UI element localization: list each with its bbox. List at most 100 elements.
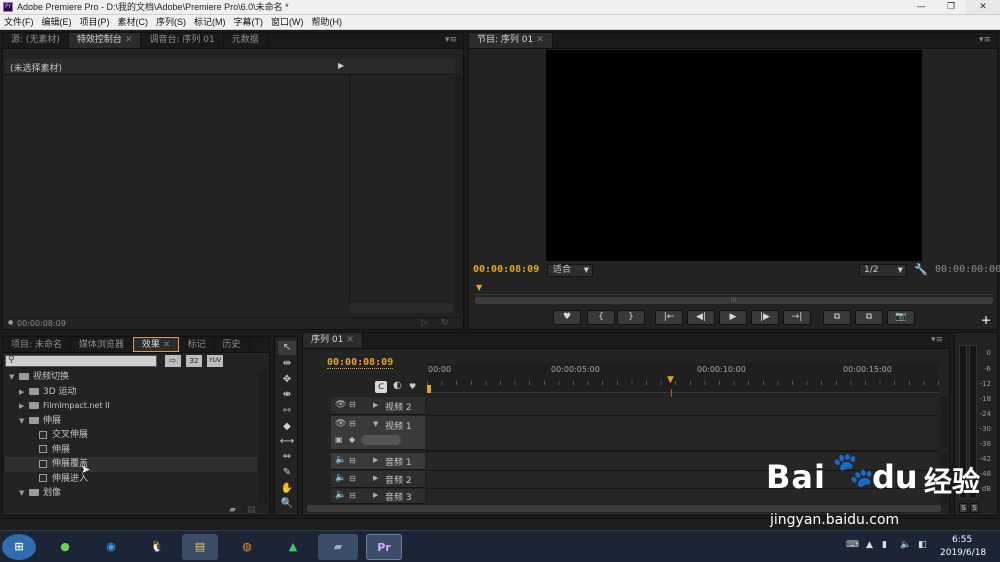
- tab-program[interactable]: 节目: 序列 01 ✕: [469, 33, 553, 48]
- tab-project[interactable]: 项目: 未命名: [3, 338, 71, 352]
- razor-tool-icon[interactable]: ◆: [278, 420, 296, 434]
- collapsed-arrow-icon[interactable]: ▶: [19, 399, 29, 413]
- mark-in-button[interactable]: {: [587, 310, 615, 325]
- effects-vertical-scrollbar[interactable]: [259, 370, 267, 503]
- start-button[interactable]: ⊞: [2, 534, 36, 560]
- close-tab-icon[interactable]: ✕: [163, 340, 171, 350]
- play-only-audio-icon[interactable]: ▷: [421, 318, 428, 328]
- menu-window[interactable]: 窗口(W): [267, 15, 308, 30]
- taskbar-app-premiere-icon[interactable]: Pr: [366, 534, 402, 560]
- mark-out-button[interactable]: }: [617, 310, 645, 325]
- tab-metadata[interactable]: 元数据: [224, 33, 268, 48]
- tab-audio-mixer[interactable]: 调音台: 序列 01: [141, 33, 224, 48]
- speaker-icon[interactable]: 🔈: [335, 455, 346, 465]
- set-encore-marker-icon[interactable]: ◐: [393, 380, 402, 391]
- track-header-video-2[interactable]: 👁 ⊟ ▶ 视频 2: [331, 397, 425, 415]
- tray-keyboard-icon[interactable]: ⌨: [846, 540, 859, 550]
- tab-effects[interactable]: 效果 ✕: [132, 337, 180, 352]
- tray-arrow-icon[interactable]: ▲: [866, 540, 873, 550]
- tree-folder-3d-motion[interactable]: ▶ 3D 运动: [5, 385, 257, 400]
- panel-menu-icon[interactable]: ▾≡: [445, 35, 457, 45]
- lock-toggle-icon[interactable]: ⊟: [349, 456, 356, 465]
- lock-toggle-icon[interactable]: ⊟: [349, 400, 356, 409]
- track-header-audio-1[interactable]: 🔈 ⊟ ▶ 音频 1: [331, 453, 425, 470]
- add-marker-button[interactable]: ♥: [553, 310, 581, 325]
- program-time-ruler[interactable]: ▼: [475, 283, 993, 295]
- speaker-icon[interactable]: 🔈: [335, 473, 346, 483]
- menu-project[interactable]: 项目(P): [76, 15, 114, 30]
- yuv-effects-button[interactable]: YUV: [207, 355, 223, 367]
- zoom-fit-select[interactable]: 适合 ▼: [547, 264, 593, 277]
- go-to-out-button[interactable]: →|: [783, 310, 811, 325]
- tab-sequence-01[interactable]: 序列 01 ✕: [303, 333, 363, 348]
- expanded-arrow-icon[interactable]: ▼: [9, 370, 19, 384]
- expanded-arrow-icon[interactable]: ▼: [19, 414, 29, 428]
- close-button[interactable]: ✕: [966, 0, 1000, 14]
- pen-tool-icon[interactable]: ✎: [278, 466, 296, 480]
- effects-search-field[interactable]: ⚲: [5, 355, 157, 367]
- keyframe-navigator[interactable]: [361, 435, 401, 445]
- clock-time[interactable]: 6:55: [952, 535, 972, 545]
- playhead-marker-icon[interactable]: ▼: [476, 283, 482, 292]
- tab-markers[interactable]: 标记: [179, 338, 215, 352]
- button-editor-plus-icon[interactable]: +: [981, 313, 991, 327]
- collapsed-arrow-icon[interactable]: ▶: [373, 491, 378, 499]
- taskbar-app-qq-icon[interactable]: 🐧: [140, 534, 174, 560]
- mini-timeline-scroll[interactable]: [349, 303, 453, 313]
- effects-search-input[interactable]: [18, 356, 154, 366]
- step-forward-button[interactable]: |▶: [751, 310, 779, 325]
- menu-marker[interactable]: 标记(M): [190, 15, 230, 30]
- loop-icon[interactable]: ↻: [441, 318, 449, 328]
- taskbar-app-window-icon[interactable]: ▰: [318, 534, 358, 560]
- menu-help[interactable]: 帮助(H): [308, 15, 347, 30]
- expand-arrow-icon[interactable]: ▶: [338, 61, 344, 70]
- play-button[interactable]: ▶: [719, 310, 747, 325]
- tab-history[interactable]: 历史: [215, 338, 250, 352]
- panel-menu-icon[interactable]: ▾≡: [979, 35, 991, 45]
- collapsed-arrow-icon[interactable]: ▶: [19, 385, 29, 399]
- tray-volume-icon[interactable]: 🔈: [900, 540, 911, 550]
- close-tab-icon[interactable]: ✕: [536, 35, 544, 45]
- video-tracks-scrollbar[interactable]: [941, 397, 948, 447]
- tab-source[interactable]: 源: (无素材): [3, 33, 69, 48]
- maximize-button[interactable]: ❐: [936, 0, 966, 14]
- rate-stretch-tool-icon[interactable]: ⇿: [278, 404, 296, 418]
- expanded-arrow-icon[interactable]: ▼: [373, 420, 378, 428]
- go-to-in-button[interactable]: |←: [655, 310, 683, 325]
- slip-tool-icon[interactable]: ⟷: [278, 435, 296, 449]
- track-select-tool-icon[interactable]: ⇹: [278, 357, 296, 371]
- tree-effect-cross-stretch[interactable]: 交叉伸展: [5, 428, 257, 443]
- tree-effect-stretch-in[interactable]: 伸展进入: [5, 472, 257, 487]
- collapsed-arrow-icon[interactable]: ▶: [373, 456, 378, 464]
- taskbar-app-360-icon[interactable]: ●: [48, 534, 82, 560]
- eye-icon[interactable]: 👁: [335, 419, 346, 429]
- clock-date[interactable]: 2019/6/18: [940, 548, 986, 558]
- hand-tool-icon[interactable]: ✋: [278, 482, 296, 496]
- work-area-start-icon[interactable]: [427, 385, 431, 393]
- display-style-icon[interactable]: ▣: [335, 435, 343, 444]
- close-tab-icon[interactable]: ✕: [346, 335, 354, 345]
- accelerated-effects-button[interactable]: ⇨: [165, 355, 181, 367]
- tree-folder-filmimpact[interactable]: ▶ FilmImpact.net II: [5, 399, 257, 414]
- lift-button[interactable]: ⧉: [823, 310, 851, 325]
- snap-icon[interactable]: ᑕ: [375, 381, 387, 393]
- taskbar-app-green-icon[interactable]: ▲: [276, 534, 310, 560]
- track-header-audio-2[interactable]: 🔈 ⊟ ▶ 音频 2: [331, 471, 425, 488]
- panel-menu-icon[interactable]: ▾≡: [931, 335, 943, 345]
- program-timecode[interactable]: 00:00:08:09: [473, 264, 539, 275]
- tray-ime-icon[interactable]: ◧: [918, 540, 927, 550]
- export-frame-button[interactable]: 📷: [887, 310, 915, 325]
- wrench-icon[interactable]: 🔧: [914, 263, 928, 276]
- slide-tool-icon[interactable]: ⇔: [278, 450, 296, 464]
- delete-icon[interactable]: ▤: [247, 505, 256, 515]
- minimize-button[interactable]: —: [906, 0, 936, 14]
- new-bin-icon[interactable]: ▰: [229, 505, 236, 515]
- taskbar-app-firefox-icon[interactable]: ◍: [230, 534, 264, 560]
- menu-title[interactable]: 字幕(T): [230, 15, 268, 30]
- tree-effect-stretch[interactable]: 伸展: [5, 443, 257, 458]
- playback-resolution-select[interactable]: 1/2 ▼: [859, 264, 907, 277]
- menu-edit[interactable]: 编辑(E): [38, 15, 76, 30]
- collapsed-arrow-icon[interactable]: ▶: [373, 401, 378, 409]
- program-video-display[interactable]: [546, 50, 922, 261]
- menu-file[interactable]: 文件(F): [0, 15, 38, 30]
